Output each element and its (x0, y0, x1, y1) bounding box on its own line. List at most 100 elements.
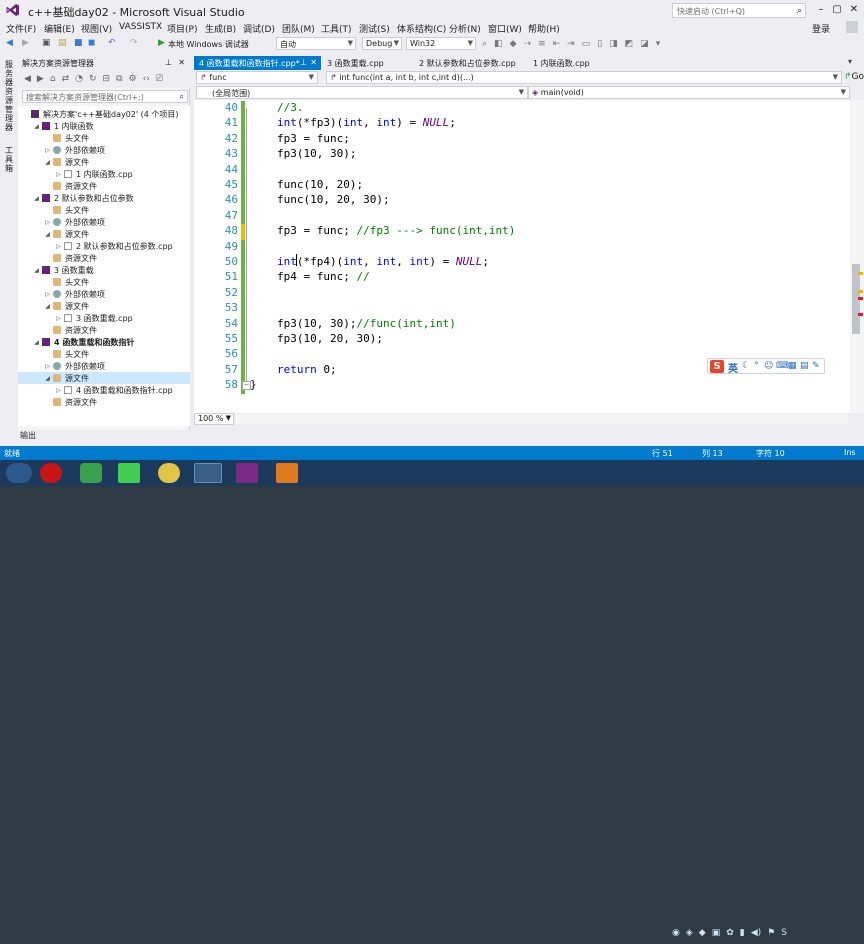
forward-icon[interactable]: ▶ (37, 74, 44, 84)
tree-item[interactable]: 解决方案'c++基础day02' (4 个项目) (18, 108, 190, 120)
maximize-icon[interactable]: ▢ (830, 3, 844, 17)
quick-launch-input[interactable]: 快速启动 (Ctrl+Q) ⌕ (672, 3, 806, 18)
debug-mode-select[interactable]: 自动 ▼ (276, 37, 356, 50)
menu-help[interactable]: 帮助(H) (528, 22, 560, 35)
expand-arrow-icon[interactable]: ▷ (55, 315, 62, 322)
menu-analyze[interactable]: 分析(N) (449, 22, 481, 35)
tree-item[interactable]: 头文件 (18, 204, 190, 216)
pin-icon[interactable]: ⊥ (300, 58, 307, 67)
forward-icon[interactable]: ▶ (22, 38, 29, 50)
collapse-arrow-icon[interactable]: ◢ (33, 339, 40, 346)
menu-window[interactable]: 窗口(W) (488, 22, 522, 35)
preview-icon[interactable]: ⎚ (156, 74, 163, 84)
sign-in-link[interactable]: 登录 (812, 22, 830, 35)
tab-overflow-icon[interactable]: ▾ (848, 57, 852, 66)
toolbar-options-icon[interactable]: ▾ (656, 39, 661, 49)
menu-tools[interactable]: 工具(T) (321, 22, 352, 35)
tree-item[interactable]: 资源文件 (18, 180, 190, 192)
bookmark-icon[interactable]: ◧ (494, 39, 503, 49)
tray-app-icon[interactable]: ▣ (712, 928, 721, 938)
collapse-block-icon[interactable]: − (242, 381, 251, 391)
tree-item[interactable]: ▷ 外部依赖项 (18, 144, 190, 156)
onenote-icon[interactable] (236, 463, 258, 483)
code-line[interactable]: fp3 = func; (277, 132, 350, 145)
code-line[interactable]: fp3(10, 30); (277, 147, 356, 160)
properties-icon[interactable]: ⚙ (129, 74, 137, 84)
undo-icon[interactable]: ↶ (108, 38, 116, 50)
ime-mode[interactable]: 英 (728, 360, 738, 375)
expand-arrow-icon[interactable]: ▷ (55, 171, 62, 178)
tree-item[interactable]: ▷ 外部依赖项 (18, 360, 190, 372)
chrome-icon[interactable] (158, 463, 180, 483)
skin-icon[interactable]: ▦ (788, 361, 797, 371)
menu-file[interactable]: 文件(F) (6, 22, 36, 35)
expand-arrow-icon[interactable]: ▷ (44, 291, 51, 298)
tab-file-1[interactable]: 1 内联函数.cpp (528, 56, 598, 70)
save-all-icon[interactable]: ◼ (88, 38, 95, 50)
scope-select[interactable]: (全局范围) ▼ (196, 86, 528, 99)
tree-item[interactable]: 资源文件 (18, 396, 190, 408)
back-icon[interactable]: ◀ (24, 74, 31, 84)
menu-edit[interactable]: 编辑(E) (44, 22, 75, 35)
close-icon[interactable]: ✕ (847, 3, 861, 17)
configuration-select[interactable]: Debug ▼ (362, 37, 402, 50)
tree-item[interactable]: ▷ 外部依赖项 (18, 216, 190, 228)
solution-search-input[interactable]: 搜索解决方案资源管理器(Ctrl+;) ⌕ (22, 90, 188, 103)
expand-arrow-icon[interactable]: ▷ (44, 147, 51, 154)
go-button[interactable]: ↱Go (844, 72, 864, 82)
bookmark-next-icon[interactable]: ◩ (625, 39, 634, 49)
tray-app-icon[interactable]: ◉ (672, 928, 680, 938)
expand-arrow-icon[interactable]: ▷ (55, 387, 62, 394)
tree-item[interactable]: ◢ 1 内联函数 (18, 120, 190, 132)
redo-icon[interactable]: ↷ (130, 38, 138, 50)
menu-test[interactable]: 测试(S) (359, 22, 390, 35)
expand-arrow-icon[interactable]: ▷ (55, 243, 62, 250)
code-line[interactable]: func(10, 20, 30); (277, 193, 390, 206)
tray-app-icon[interactable]: ◆ (699, 928, 706, 938)
emoji-icon[interactable]: ☺ (764, 361, 773, 371)
collapse-arrow-icon[interactable]: ◢ (44, 375, 51, 382)
tree-item[interactable]: ▷ 1 内联函数.cpp (18, 168, 190, 180)
tree-item[interactable]: 资源文件 (18, 324, 190, 336)
code-line[interactable]: return 0; (277, 363, 337, 376)
member-top-select[interactable]: ↱ int func(int a, int b, int c,int d)(..… (326, 71, 842, 84)
green-app-icon[interactable] (80, 463, 102, 483)
sync-icon[interactable]: ⇄ (62, 74, 70, 84)
tree-item[interactable]: ◢ 源文件 (18, 300, 190, 312)
vertical-scrollbar[interactable] (850, 100, 864, 413)
new-project-icon[interactable]: ▣ (42, 38, 51, 50)
tree-item[interactable]: ◢ 3 函数重载 (18, 264, 190, 276)
menu-vassistx[interactable]: VASSISTX (119, 22, 162, 32)
collapse-arrow-icon[interactable]: ◢ (33, 195, 40, 202)
find-icon[interactable]: ⌕ (482, 39, 487, 49)
collapse-arrow-icon[interactable]: ◢ (33, 267, 40, 274)
code-line[interactable]: fp3 = func; //fp3 ---> func(int,int) (277, 224, 515, 237)
tab-file-2[interactable]: 2 默认参数和占位参数.cpp (414, 56, 524, 70)
code-line[interactable]: fp3(10, 30);//func(int,int) (277, 317, 456, 330)
member-select[interactable]: ◈ main(void) ▼ (528, 86, 850, 99)
expand-arrow-icon[interactable]: ▷ (44, 363, 51, 370)
tree-item[interactable]: ◢ 4 函数重载和函数指针 (18, 336, 190, 348)
output-tab[interactable]: 输出 (20, 430, 36, 441)
pending-changes-icon[interactable]: ◔ (75, 74, 83, 84)
bookmark-prev-icon[interactable]: ◨ (609, 39, 618, 49)
tree-item[interactable]: ▷ 外部依赖项 (18, 288, 190, 300)
network-icon[interactable]: ▮ (740, 928, 745, 938)
code-line[interactable]: //3. (277, 101, 304, 114)
expand-arrow-icon[interactable]: ▷ (44, 219, 51, 226)
toolbox-tab[interactable]: 工具箱 (4, 146, 14, 173)
collapse-arrow-icon[interactable]: ◢ (44, 159, 51, 166)
collapse-arrow-icon[interactable]: ◢ (44, 303, 51, 310)
start-button[interactable] (6, 463, 32, 483)
qt-creator-icon[interactable] (118, 463, 140, 483)
tree-item[interactable]: ◢ 2 默认参数和占位参数 (18, 192, 190, 204)
format-icon[interactable]: ≡ (538, 39, 546, 49)
close-tab-icon[interactable]: ✕ (310, 58, 317, 67)
menu-build[interactable]: 生成(B) (205, 22, 236, 35)
start-debugging-icon[interactable]: ▶ (158, 38, 165, 50)
tree-item[interactable]: 头文件 (18, 276, 190, 288)
zoom-select[interactable]: 100 % ▼ (194, 413, 234, 425)
pin-icon[interactable]: ⊥ (165, 58, 172, 67)
open-file-icon[interactable]: ▤ (58, 38, 67, 50)
back-icon[interactable]: ◀ (6, 38, 13, 50)
